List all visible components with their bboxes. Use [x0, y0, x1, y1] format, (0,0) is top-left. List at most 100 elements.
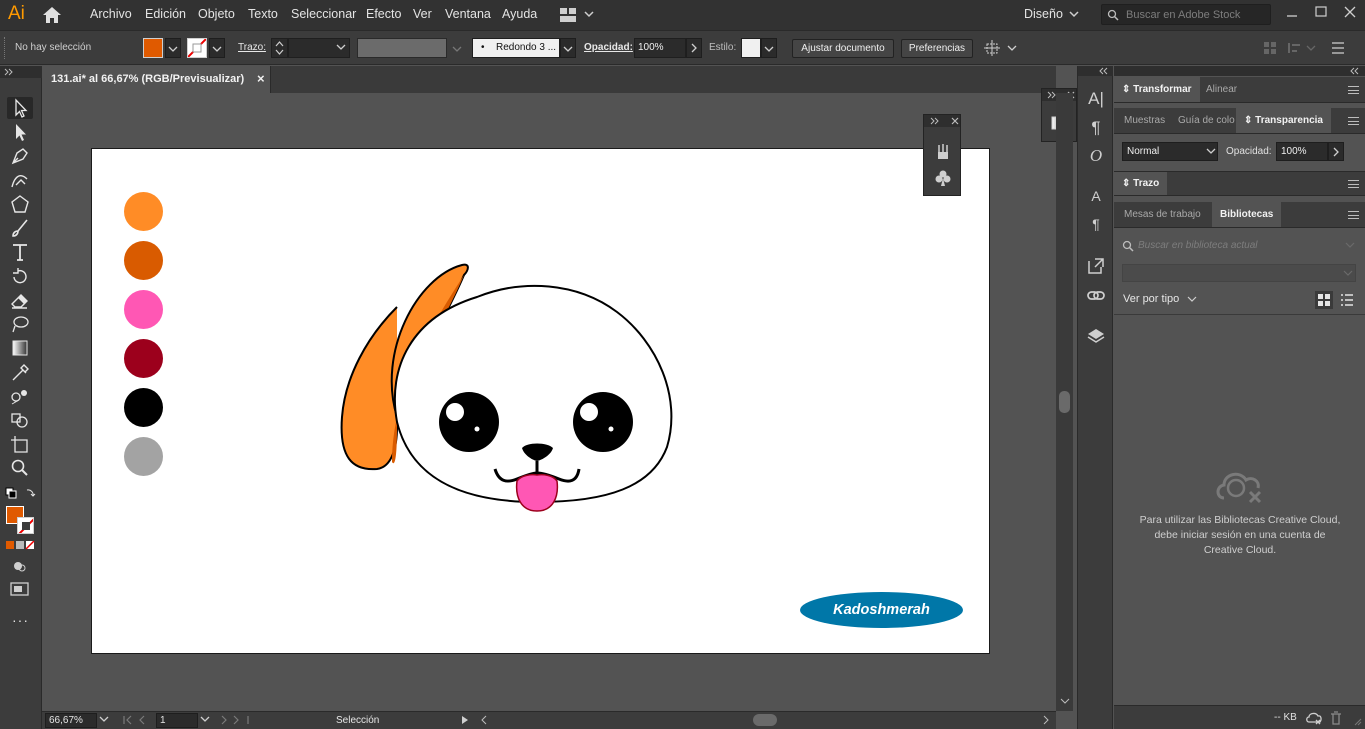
- variable-width-profile[interactable]: [357, 38, 447, 58]
- lasso-select-tool[interactable]: [7, 313, 33, 335]
- stroke-weight-stepper[interactable]: [271, 38, 288, 58]
- close-tab-icon[interactable]: ×: [257, 71, 265, 86]
- swatch-circle[interactable]: [124, 192, 163, 231]
- brand-logo[interactable]: Kadoshmerah: [800, 592, 963, 628]
- chevron-down-icon[interactable]: [199, 716, 211, 724]
- default-colors-icon[interactable]: [5, 487, 37, 501]
- tab-trazo[interactable]: ⇕ Trazo: [1114, 172, 1168, 195]
- artboard-number-field[interactable]: 1: [156, 713, 198, 728]
- blend-tool[interactable]: [7, 385, 33, 407]
- curvature-tool[interactable]: [7, 169, 33, 191]
- symbols-club-icon[interactable]: [934, 169, 952, 187]
- zoom-tool[interactable]: [7, 457, 33, 479]
- vertical-scroll-thumb[interactable]: [1059, 391, 1070, 413]
- panel-menu-icon[interactable]: [1348, 180, 1359, 188]
- canvas[interactable]: Kadoshmerah: [42, 93, 1056, 711]
- library-select[interactable]: [1122, 264, 1356, 282]
- library-search-input[interactable]: Buscar en biblioteca actual: [1138, 240, 1258, 251]
- tab-mesas-de-trabajo[interactable]: Mesas de trabajo: [1116, 202, 1209, 227]
- tab-muestras[interactable]: Muestras: [1116, 108, 1173, 133]
- close-window-icon[interactable]: [1342, 4, 1358, 20]
- opentype-icon[interactable]: O: [1086, 146, 1106, 166]
- first-prev-artboard-icon[interactable]: [122, 715, 154, 725]
- fit-document-button[interactable]: Ajustar documento: [792, 39, 894, 58]
- eyedropper-tool[interactable]: [7, 361, 33, 383]
- menu-archivo[interactable]: Archivo: [90, 7, 132, 21]
- artboard[interactable]: Kadoshmerah: [91, 148, 990, 654]
- selection-tool[interactable]: [7, 97, 33, 119]
- brushes-icon[interactable]: [934, 142, 952, 162]
- brush-definition[interactable]: • Redondo 3 ...: [472, 38, 560, 58]
- panel-menu-icon[interactable]: [1348, 86, 1359, 94]
- menu-ayuda[interactable]: Ayuda: [502, 7, 537, 21]
- view-by-type[interactable]: Ver por tipo: [1123, 293, 1179, 305]
- panel-menu-icon[interactable]: [1348, 211, 1359, 219]
- vertical-scrollbar[interactable]: [1056, 93, 1073, 711]
- menu-efecto[interactable]: Efecto: [366, 7, 401, 21]
- pen-tool[interactable]: [7, 145, 33, 167]
- eraser-tool[interactable]: [7, 289, 33, 311]
- screen-mode-icon[interactable]: [10, 581, 30, 597]
- document-tab[interactable]: 131.ai* al 66,67% (RGB/Previsualizar) ×: [42, 66, 271, 93]
- swatch-circle[interactable]: [124, 339, 163, 378]
- blend-mode-select[interactable]: Normal: [1122, 142, 1218, 161]
- tab-alinear[interactable]: Alinear: [1198, 77, 1245, 102]
- close-icon[interactable]: [951, 117, 959, 125]
- polygon-tool[interactable]: [7, 193, 33, 215]
- panel-menu-icon[interactable]: [1348, 117, 1359, 125]
- style-dropdown[interactable]: [761, 38, 777, 58]
- tab-bibliotecas[interactable]: Bibliotecas: [1212, 202, 1282, 227]
- opacity-arrow[interactable]: [686, 38, 702, 58]
- character-styles-icon[interactable]: A: [1086, 186, 1106, 206]
- direct-selection-tool[interactable]: [7, 121, 33, 143]
- export-icon[interactable]: [1086, 256, 1106, 276]
- paragraph-icon[interactable]: ¶: [1086, 118, 1106, 138]
- menu-seleccionar[interactable]: Seleccionar: [291, 7, 356, 21]
- graphic-style-swatch[interactable]: [741, 38, 761, 58]
- tab-guia-color[interactable]: Guía de colo: [1170, 108, 1243, 133]
- scroll-down-icon[interactable]: [1060, 697, 1070, 705]
- zoom-field[interactable]: 66,67%: [45, 713, 97, 728]
- stroke-dropdown[interactable]: [209, 38, 225, 58]
- rotate-tool[interactable]: [7, 265, 33, 287]
- links-icon[interactable]: [1086, 286, 1106, 306]
- status-menu-arrow[interactable]: [460, 715, 470, 725]
- cloud-sync-icon[interactable]: [1305, 710, 1323, 726]
- opacity-arrow[interactable]: [1328, 142, 1344, 161]
- fill-color-swatch[interactable]: [143, 38, 163, 58]
- transform-options-icon[interactable]: [984, 40, 1018, 56]
- scroll-left-icon[interactable]: [480, 715, 488, 725]
- swatch-circle[interactable]: [124, 388, 163, 427]
- workspace-switcher[interactable]: Diseño: [1024, 7, 1063, 21]
- paintbrush-tool[interactable]: [7, 217, 33, 239]
- maximize-icon[interactable]: [1313, 4, 1329, 20]
- color-mode-icons[interactable]: [6, 541, 36, 551]
- swatch-circle[interactable]: [124, 241, 163, 280]
- home-icon[interactable]: [41, 5, 63, 25]
- menu-texto[interactable]: Texto: [248, 7, 278, 21]
- stroke-label[interactable]: Trazo:: [238, 42, 266, 53]
- swatch-circle[interactable]: [124, 290, 163, 329]
- layers-icon[interactable]: [1086, 326, 1106, 346]
- menu-objeto[interactable]: Objeto: [198, 7, 235, 21]
- next-last-artboard-icon[interactable]: [220, 715, 252, 725]
- stroke-weight-field[interactable]: [288, 38, 350, 58]
- menu-ventana[interactable]: Ventana: [445, 7, 491, 21]
- artboard-tool[interactable]: [7, 433, 33, 455]
- tab-transparencia[interactable]: ⇕ Transparencia: [1236, 108, 1331, 133]
- scroll-right-icon[interactable]: [1042, 715, 1050, 725]
- preferences-button[interactable]: Preferencias: [901, 39, 973, 58]
- resize-grip-icon[interactable]: [1352, 716, 1362, 726]
- gradient-tool[interactable]: [7, 337, 33, 359]
- shape-builder-tool[interactable]: [7, 409, 33, 431]
- type-tool[interactable]: [7, 241, 33, 263]
- stock-search-input[interactable]: Buscar en Adobe Stock: [1101, 4, 1271, 25]
- chevron-down-icon[interactable]: [98, 716, 110, 724]
- draw-mode-icon[interactable]: [10, 558, 30, 574]
- trash-icon[interactable]: [1329, 710, 1343, 726]
- puppy-illustration[interactable]: [337, 257, 687, 522]
- paragraph-styles-icon[interactable]: ¶: [1086, 214, 1106, 234]
- menu-edicion[interactable]: Edición: [145, 7, 186, 21]
- opacity-label[interactable]: Opacidad:: [584, 42, 633, 53]
- minimize-icon[interactable]: [1284, 4, 1300, 20]
